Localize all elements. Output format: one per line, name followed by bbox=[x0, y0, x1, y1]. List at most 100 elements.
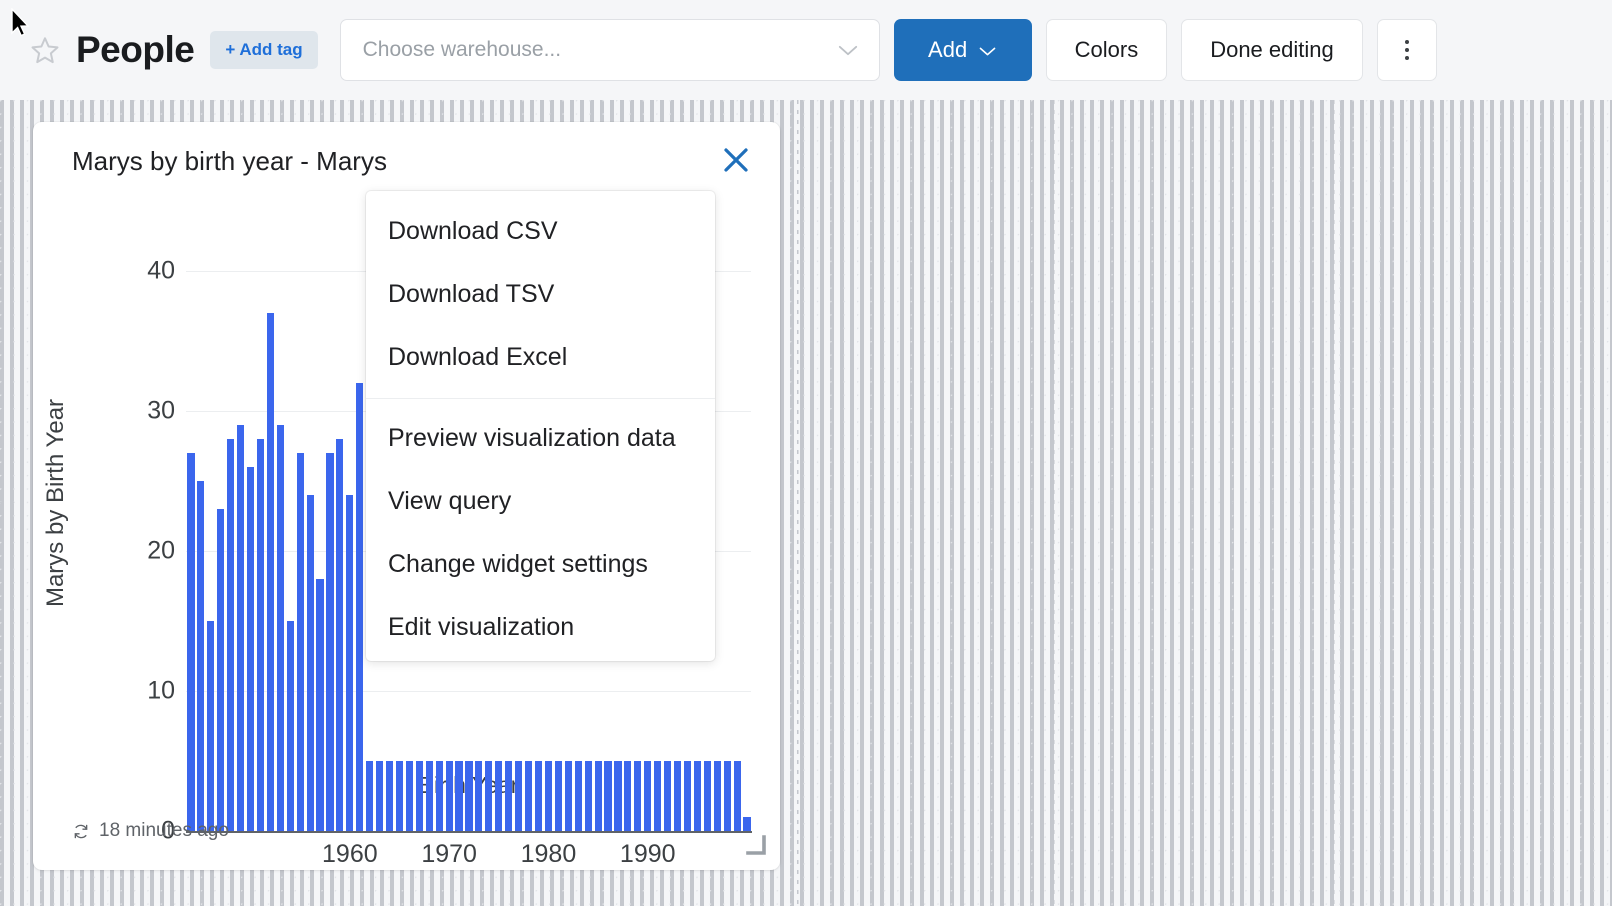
chart-bar[interactable] bbox=[465, 761, 472, 831]
chevron-down-icon bbox=[978, 37, 997, 63]
chart-bar[interactable] bbox=[326, 453, 333, 831]
chart-bar[interactable] bbox=[475, 761, 482, 831]
chart-bar[interactable] bbox=[694, 761, 701, 831]
chart-bar[interactable] bbox=[436, 761, 443, 831]
chart-bar[interactable] bbox=[614, 761, 621, 831]
chart-bar[interactable] bbox=[585, 761, 592, 831]
chart-bar[interactable] bbox=[376, 761, 383, 831]
chart-x-axis-line bbox=[186, 831, 752, 833]
chart-bar[interactable] bbox=[654, 761, 661, 831]
widget-refresh-timestamp: 18 minutes ago bbox=[99, 820, 229, 842]
chart-bar[interactable] bbox=[724, 761, 731, 831]
chart-bar[interactable] bbox=[197, 481, 204, 831]
chart-bar[interactable] bbox=[267, 313, 274, 831]
chart-bar[interactable] bbox=[664, 761, 671, 831]
chart-bar[interactable] bbox=[734, 761, 741, 831]
resize-corner-icon[interactable] bbox=[745, 835, 767, 857]
done-editing-button[interactable]: Done editing bbox=[1181, 19, 1363, 81]
chart-bar[interactable] bbox=[277, 425, 284, 831]
menu-group-download: Download CSVDownload TSVDownload Excel bbox=[366, 200, 715, 389]
chevron-down-icon bbox=[837, 44, 859, 57]
chart-bar[interactable] bbox=[535, 761, 542, 831]
chart-bar[interactable] bbox=[575, 761, 582, 831]
chart-bar[interactable] bbox=[406, 761, 413, 831]
top-toolbar: People + Add tag Choose warehouse... Add… bbox=[0, 0, 1612, 100]
chart-bar[interactable] bbox=[604, 761, 611, 831]
kebab-dot-1 bbox=[1405, 40, 1409, 44]
star-outline-icon[interactable] bbox=[30, 35, 60, 65]
chart-y-tick-label: 20 bbox=[33, 537, 175, 566]
widget-context-menu: Download CSVDownload TSVDownload Excel P… bbox=[366, 191, 715, 661]
menu-divider bbox=[366, 398, 715, 399]
chart-y-tick-label: 10 bbox=[33, 677, 175, 706]
chart-bar[interactable] bbox=[287, 621, 294, 831]
chart-bar[interactable] bbox=[674, 761, 681, 831]
chart-bar[interactable] bbox=[565, 761, 572, 831]
menu-item-download-excel[interactable]: Download Excel bbox=[366, 326, 715, 389]
chart-bar[interactable] bbox=[634, 761, 641, 831]
refresh-icon[interactable] bbox=[72, 822, 90, 841]
chart-bar[interactable] bbox=[356, 383, 363, 831]
menu-item-edit-visualization[interactable]: Edit visualization bbox=[366, 596, 715, 659]
chart-bar[interactable] bbox=[684, 761, 691, 831]
chart-bar[interactable] bbox=[346, 495, 353, 831]
chart-bar[interactable] bbox=[446, 761, 453, 831]
chart-x-tick-label: 1970 bbox=[421, 840, 477, 869]
chart-bar[interactable] bbox=[307, 495, 314, 831]
warehouse-placeholder-text: Choose warehouse... bbox=[363, 38, 837, 62]
chart-bar[interactable] bbox=[336, 439, 343, 831]
chart-bar[interactable] bbox=[207, 621, 214, 831]
kebab-dot-3 bbox=[1405, 56, 1409, 60]
chart-bar[interactable] bbox=[366, 761, 373, 831]
chart-bar[interactable] bbox=[237, 425, 244, 831]
chart-bar[interactable] bbox=[525, 761, 532, 831]
chart-bar[interactable] bbox=[515, 761, 522, 831]
close-icon[interactable] bbox=[716, 140, 756, 180]
chart-x-tick-label: 1960 bbox=[322, 840, 378, 869]
chart-y-axis-label: Marys by Birth Year bbox=[42, 338, 70, 668]
chart-bar[interactable] bbox=[187, 453, 194, 831]
chart-bar[interactable] bbox=[555, 761, 562, 831]
chart-bar[interactable] bbox=[426, 761, 433, 831]
chart-bar[interactable] bbox=[595, 761, 602, 831]
chart-bar[interactable] bbox=[227, 439, 234, 831]
chart-bar[interactable] bbox=[386, 761, 393, 831]
menu-item-download-csv[interactable]: Download CSV bbox=[366, 200, 715, 263]
kebab-dot-2 bbox=[1405, 48, 1409, 52]
chart-bar[interactable] bbox=[644, 761, 651, 831]
chart-y-tick-label: 30 bbox=[33, 397, 175, 426]
chart-bar[interactable] bbox=[257, 439, 264, 831]
add-button[interactable]: Add bbox=[894, 19, 1032, 81]
warehouse-select[interactable]: Choose warehouse... bbox=[340, 19, 880, 81]
chart-bar[interactable] bbox=[396, 761, 403, 831]
chart-x-tick-label: 1980 bbox=[521, 840, 577, 869]
menu-group-actions: Preview visualization dataView queryChan… bbox=[366, 407, 715, 659]
chart-bar[interactable] bbox=[485, 761, 492, 831]
chart-bar[interactable] bbox=[247, 467, 254, 831]
chart-bar[interactable] bbox=[743, 817, 750, 831]
chart-bar[interactable] bbox=[545, 761, 552, 831]
chart-bar[interactable] bbox=[704, 761, 711, 831]
chart-bar[interactable] bbox=[316, 579, 323, 831]
colors-button[interactable]: Colors bbox=[1046, 19, 1168, 81]
menu-item-change-widget-settings[interactable]: Change widget settings bbox=[366, 533, 715, 596]
widget-footer: 18 minutes ago bbox=[72, 820, 229, 842]
chart-x-tick-label: 1990 bbox=[620, 840, 676, 869]
chart-y-tick-label: 40 bbox=[33, 257, 175, 286]
widget-title: Marys by birth year - Marys bbox=[72, 146, 387, 177]
chart-bar[interactable] bbox=[624, 761, 631, 831]
page-title: People bbox=[76, 29, 194, 71]
chart-bar[interactable] bbox=[505, 761, 512, 831]
chart-bar[interactable] bbox=[217, 509, 224, 831]
menu-item-download-tsv[interactable]: Download TSV bbox=[366, 263, 715, 326]
add-button-label: Add bbox=[928, 37, 967, 63]
more-vertical-icon[interactable] bbox=[1377, 19, 1437, 81]
chart-bar[interactable] bbox=[714, 761, 721, 831]
chart-bar[interactable] bbox=[416, 761, 423, 831]
chart-bar[interactable] bbox=[297, 453, 304, 831]
add-tag-button[interactable]: + Add tag bbox=[210, 31, 317, 69]
menu-item-view-query[interactable]: View query bbox=[366, 470, 715, 533]
chart-bar[interactable] bbox=[455, 761, 462, 831]
menu-item-preview-visualization-data[interactable]: Preview visualization data bbox=[366, 407, 715, 470]
chart-bar[interactable] bbox=[495, 761, 502, 831]
